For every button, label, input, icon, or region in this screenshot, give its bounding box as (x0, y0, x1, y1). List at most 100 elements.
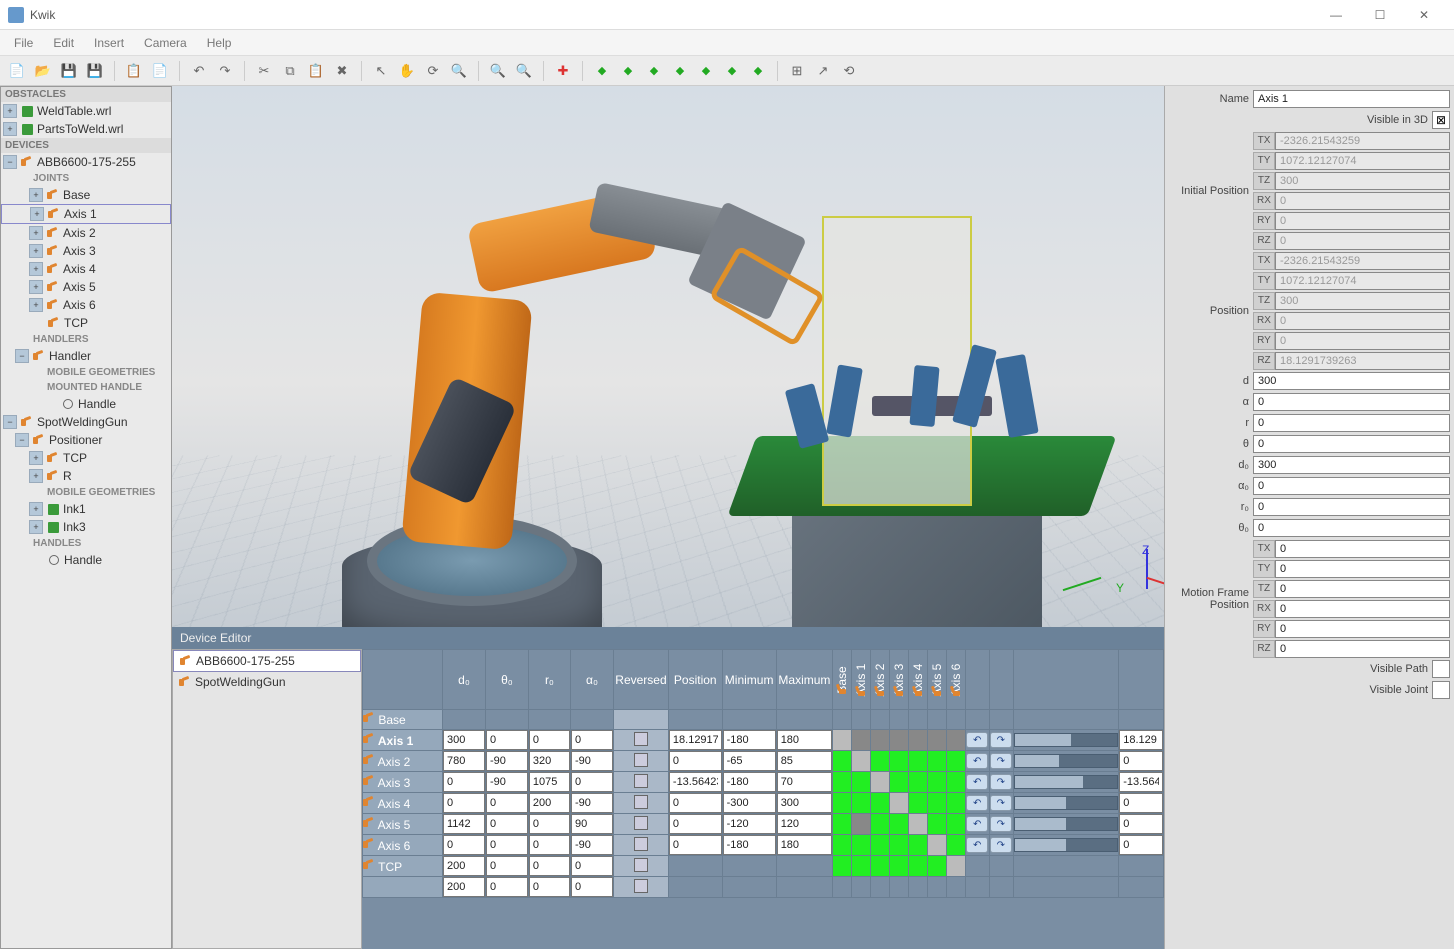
motion-frame-RY-input[interactable] (1275, 620, 1450, 638)
cell-5-d[interactable] (443, 814, 485, 834)
green-3-button[interactable]: ◆ (643, 60, 665, 82)
swg-tcp[interactable]: +TCP (1, 449, 171, 467)
row-label-2[interactable]: Axis 2 (363, 751, 443, 772)
matrix-2-3[interactable] (890, 751, 909, 772)
matrix-3-5[interactable] (928, 772, 947, 793)
redo-button[interactable]: ↷ (214, 60, 236, 82)
matrix-2-1[interactable] (852, 751, 871, 772)
swg-handles-header[interactable]: HANDLES (1, 536, 171, 551)
ink1-item[interactable]: +Ink1 (1, 500, 171, 518)
row-label-6[interactable]: Axis 6 (363, 835, 443, 856)
slider-2[interactable] (1014, 754, 1119, 768)
cell-2-d[interactable] (443, 751, 485, 771)
expander-icon[interactable]: + (30, 207, 44, 221)
handle-item[interactable]: Handle (1, 395, 171, 413)
slider-dec-4[interactable]: ↶ (966, 795, 988, 811)
copy-button[interactable]: 📋 (123, 60, 145, 82)
expander-icon[interactable]: + (29, 280, 43, 294)
d-input[interactable] (1253, 372, 1450, 390)
save-all-button[interactable]: 💾 (84, 60, 106, 82)
slider-3[interactable] (1014, 775, 1119, 789)
motion-frame-RZ-input[interactable] (1275, 640, 1450, 658)
alpha0-input[interactable] (1253, 477, 1450, 495)
joint-axis2[interactable]: +Axis 2 (1, 224, 171, 242)
cell-1-d[interactable] (443, 730, 485, 750)
expander-icon[interactable]: − (3, 415, 17, 429)
row-label-4[interactable]: Axis 4 (363, 793, 443, 814)
expander-icon[interactable]: + (3, 122, 17, 136)
theta-input[interactable] (1253, 435, 1450, 453)
cell-2-r[interactable] (529, 751, 570, 771)
cell-6-pos[interactable] (669, 835, 722, 855)
cell-5-theta[interactable] (486, 814, 528, 834)
green-7-button[interactable]: ◆ (747, 60, 769, 82)
matrix-5-2[interactable] (871, 814, 890, 835)
close-button[interactable]: ✕ (1402, 1, 1446, 29)
cell-4-min[interactable] (723, 793, 776, 813)
matrix-7-5[interactable] (928, 856, 947, 877)
cell-6-r[interactable] (529, 835, 570, 855)
matrix-3-1[interactable] (852, 772, 871, 793)
cell-1-r[interactable] (529, 730, 570, 750)
slider-dec-3[interactable]: ↶ (966, 774, 988, 790)
joints-header[interactable]: JOINTS (1, 171, 171, 186)
cell-2-theta[interactable] (486, 751, 528, 771)
cell-6-d[interactable] (443, 835, 485, 855)
expander-icon[interactable]: + (29, 520, 43, 534)
matrix-4-5[interactable] (928, 793, 947, 814)
handlers-header[interactable]: HANDLERS (1, 332, 171, 347)
reversed-8[interactable] (634, 879, 648, 893)
cell-3-theta[interactable] (486, 772, 528, 792)
slider-inc-4[interactable]: ↷ (990, 795, 1012, 811)
name-input[interactable] (1253, 90, 1450, 108)
hand-button[interactable]: ✋ (396, 60, 418, 82)
cell-2-alpha[interactable] (571, 751, 613, 771)
slider-val-3[interactable] (1119, 772, 1163, 792)
slider-6[interactable] (1014, 838, 1119, 852)
expander-icon[interactable]: − (15, 349, 29, 363)
minimize-button[interactable]: — (1314, 1, 1358, 29)
matrix-3-0[interactable] (833, 772, 852, 793)
cut-button[interactable]: ✂ (253, 60, 275, 82)
matrix-5-5[interactable] (928, 814, 947, 835)
device-abb6600[interactable]: −ABB6600-175-255 (1, 153, 171, 171)
reversed-2[interactable] (634, 753, 648, 767)
cell-1-max[interactable] (777, 730, 832, 750)
zoom-out-button[interactable]: 🔍 (513, 60, 535, 82)
green-2-button[interactable]: ◆ (617, 60, 639, 82)
matrix-4-3[interactable] (890, 793, 909, 814)
joint-axis3[interactable]: +Axis 3 (1, 242, 171, 260)
matrix-3-3[interactable] (890, 772, 909, 793)
matrix-1-1[interactable] (852, 730, 871, 751)
slider-val-2[interactable] (1119, 751, 1163, 771)
matrix-5-1[interactable] (852, 814, 871, 835)
new-button[interactable]: 📄 (6, 60, 28, 82)
matrix-5-0[interactable] (833, 814, 852, 835)
cell-2-max[interactable] (777, 751, 832, 771)
cell-5-max[interactable] (777, 814, 832, 834)
cell-4-alpha[interactable] (571, 793, 613, 813)
mobile-geom-header[interactable]: MOBILE GEOMETRIES (1, 365, 171, 380)
cell-6-alpha[interactable] (571, 835, 613, 855)
matrix-7-3[interactable] (890, 856, 909, 877)
cell-3-max[interactable] (777, 772, 832, 792)
matrix-5-4[interactable] (909, 814, 928, 835)
viewport-3d[interactable]: Z X Y (172, 86, 1164, 627)
alpha-input[interactable] (1253, 393, 1450, 411)
menu-insert[interactable]: Insert (86, 33, 132, 53)
matrix-1-0[interactable] (833, 730, 852, 751)
joint-axis5[interactable]: +Axis 5 (1, 278, 171, 296)
cell-8-r[interactable] (529, 877, 570, 897)
undo-button[interactable]: ↶ (188, 60, 210, 82)
slider-dec-6[interactable]: ↶ (966, 837, 988, 853)
matrix-1-2[interactable] (871, 730, 890, 751)
tool-3-button[interactable]: ⟲ (838, 60, 860, 82)
ink3-item[interactable]: +Ink3 (1, 518, 171, 536)
matrix-2-0[interactable] (833, 751, 852, 772)
matrix-4-6[interactable] (947, 793, 966, 814)
motion-frame-TZ-input[interactable] (1275, 580, 1450, 598)
d0-input[interactable] (1253, 456, 1450, 474)
r-input[interactable] (1253, 414, 1450, 432)
cell-1-theta[interactable] (486, 730, 528, 750)
slider-inc-3[interactable]: ↷ (990, 774, 1012, 790)
